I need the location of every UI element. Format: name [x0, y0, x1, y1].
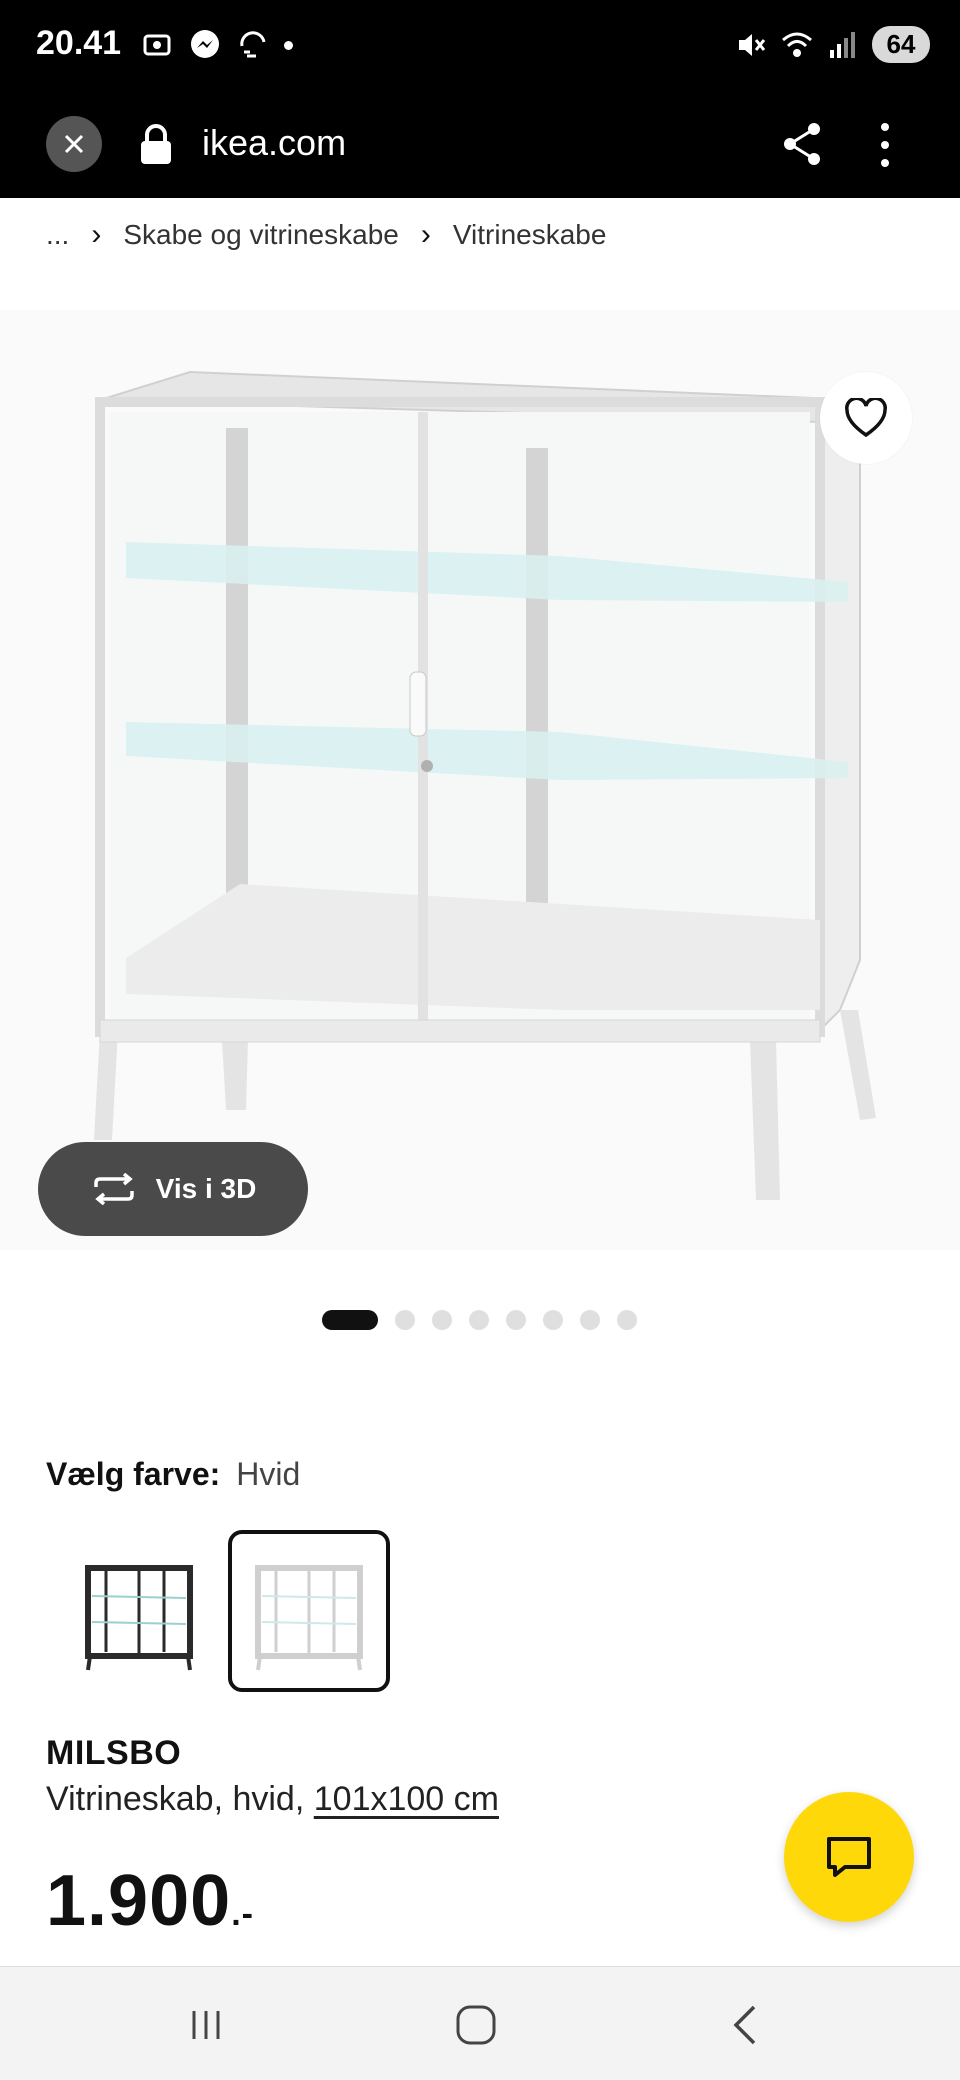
notification-dot: [284, 40, 293, 50]
color-swatch-white[interactable]: [228, 1530, 390, 1692]
color-swatch-black[interactable]: [58, 1530, 220, 1692]
close-tab-button[interactable]: [46, 116, 102, 172]
back-icon: [733, 2005, 756, 2045]
product-price: 1.900.-: [46, 1860, 254, 1942]
color-choice-label: Vælg farve: Hvid: [46, 1456, 300, 1493]
price-suffix: .-: [231, 1895, 254, 1933]
product-name: MILSBO: [46, 1734, 182, 1772]
screenshot-icon: [143, 34, 171, 56]
pagination-dot[interactable]: [469, 1310, 489, 1330]
breadcrumb-item-display-cabinets[interactable]: Vitrineskabe: [453, 219, 607, 251]
color-selected-value: Hvid: [236, 1456, 301, 1492]
battery-badge: 64: [872, 26, 930, 63]
breadcrumb-separator: ›: [91, 218, 102, 251]
white-cabinet-thumbnail: [255, 1565, 363, 1671]
breadcrumb: ... › Skabe og vitrineskabe › Vitrineska…: [46, 218, 606, 252]
product-image-gallery[interactable]: [0, 310, 960, 1250]
system-nav-bar: [0, 1966, 960, 2080]
pagination-dot[interactable]: [395, 1310, 415, 1330]
browser-bar: ikea.com: [0, 92, 960, 198]
view-3d-label: Vis i 3D: [155, 1173, 257, 1204]
price-value: 1.900: [46, 1861, 232, 1941]
wifi-icon: [782, 32, 812, 57]
chat-button[interactable]: [784, 1792, 914, 1922]
chat-icon: [827, 1837, 871, 1877]
recent-apps-button[interactable]: [176, 1995, 236, 2055]
image-pagination: [322, 1310, 637, 1330]
pagination-dot[interactable]: [580, 1310, 600, 1330]
status-time: 20.41: [36, 24, 122, 62]
signal-icon: [830, 31, 855, 58]
color-label-text: Vælg farve:: [46, 1456, 221, 1492]
view-3d-button[interactable]: Vis i 3D: [38, 1142, 308, 1236]
share-icon[interactable]: [780, 120, 824, 168]
black-cabinet-thumbnail: [85, 1565, 193, 1671]
status-icons-left: [140, 28, 293, 62]
more-vert-icon[interactable]: [870, 118, 900, 172]
status-icons-right: 64: [734, 26, 930, 63]
breadcrumb-item-cabinets[interactable]: Skabe og vitrineskabe: [123, 219, 399, 251]
favorite-button[interactable]: [820, 372, 912, 464]
lock-icon: [141, 124, 171, 164]
pagination-dot[interactable]: [543, 1310, 563, 1330]
pagination-dot[interactable]: [617, 1310, 637, 1330]
sync-icon: [240, 31, 266, 58]
pagination-dot-active[interactable]: [322, 1310, 378, 1330]
product-image: [94, 370, 876, 1200]
messenger-icon: [191, 30, 219, 58]
back-button[interactable]: [716, 1995, 776, 2055]
product-description-text: Vitrineskab, hvid,: [46, 1780, 305, 1818]
url-text[interactable]: ikea.com: [202, 122, 346, 164]
recent-apps-icon: [192, 2011, 220, 2039]
status-bar: 20.41 64: [0, 0, 960, 92]
breadcrumb-item-more[interactable]: ...: [46, 219, 69, 251]
product-description: Vitrineskab, hvid, 101x100 cm: [46, 1780, 499, 1819]
breadcrumb-separator: ›: [420, 218, 431, 251]
pagination-dot[interactable]: [432, 1310, 452, 1330]
home-icon: [456, 2005, 496, 2045]
mute-icon: [739, 33, 766, 56]
rotate-3d-icon: [93, 1173, 134, 1205]
heart-icon: [845, 398, 887, 438]
pagination-dot[interactable]: [506, 1310, 526, 1330]
close-icon: [64, 134, 84, 154]
product-size-link[interactable]: 101x100 cm: [314, 1780, 499, 1818]
home-button[interactable]: [446, 1995, 506, 2055]
